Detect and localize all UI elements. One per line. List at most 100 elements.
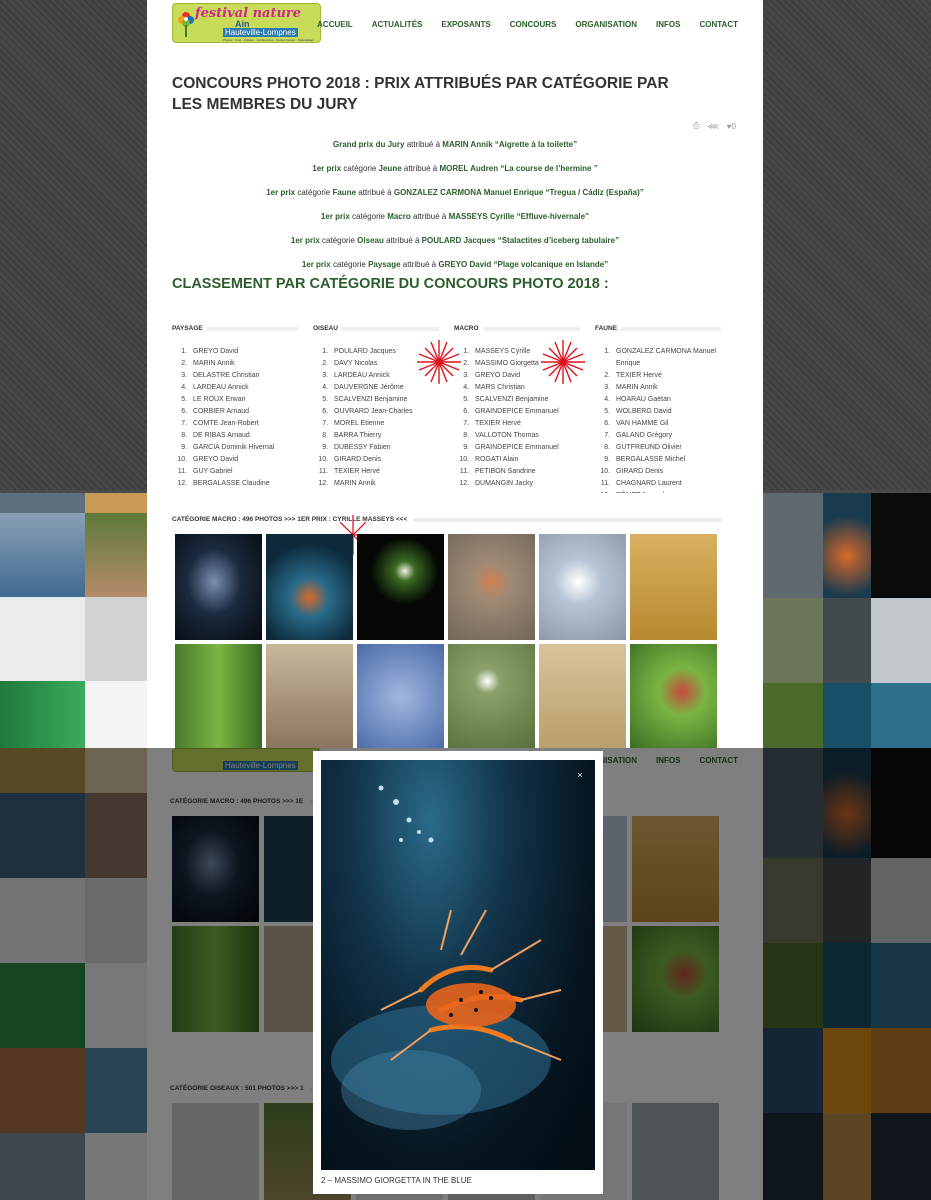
prize-line: 1er prix catégorie Faune attribué à GONZ… — [147, 188, 763, 197]
ranking-item: VALLOTON Thomas — [471, 430, 580, 442]
photo-thumbnail[interactable] — [357, 534, 444, 640]
prize-winner: GONZALEZ CARMONA Manuel Enrique “Tregua … — [393, 188, 644, 197]
prize-text: attribué à — [404, 140, 443, 149]
ranking-item: DE RIBAS Arnaud — [189, 430, 298, 442]
prize-title: 1er prix — [312, 164, 342, 173]
prize-category: Paysage — [368, 260, 401, 269]
nav-contact[interactable]: CONTACT — [699, 20, 738, 29]
prize-line: 1er prix catégorie Paysage attribué à GR… — [147, 260, 763, 269]
prize-category: Oiseau — [357, 236, 384, 245]
nav-accueil[interactable]: ACCUEIL — [317, 20, 353, 29]
photo-thumbnail[interactable] — [630, 534, 717, 640]
red-star-annotation-icon — [541, 340, 585, 384]
ranking-list: GREYO DavidMARIN AnnikDELASTRE Christian… — [172, 346, 298, 490]
ranking-item: LE ROUX Erwan — [189, 394, 298, 406]
mosaic-tile — [823, 598, 871, 683]
mosaic-tile — [0, 493, 85, 513]
prize-winner: MOREL Audren “La course de l’hermine ” — [439, 164, 598, 173]
flower-logo-icon — [178, 12, 194, 37]
prize-text: attribué à — [356, 188, 394, 197]
prize-text: attribué à — [400, 260, 439, 269]
prize-line: 1er prix catégorie Jeune attribué à MORE… — [147, 164, 763, 173]
ranking-item: LARDEAU Annick — [189, 382, 298, 394]
mosaic-tile — [871, 683, 931, 748]
mosaic-left — [0, 493, 147, 748]
nav-concours[interactable]: CONCOURS — [510, 20, 557, 29]
mosaic-tile — [85, 513, 147, 597]
ranking-item: TEXIER Hervé — [612, 370, 721, 382]
prize-category: Jeune — [378, 164, 402, 173]
mosaic-tile — [871, 598, 931, 683]
photo-thumbnail[interactable] — [266, 644, 353, 748]
lightbox: × 2 – MASSIMO GIORGETTA IN THE BLUE — [313, 751, 603, 1194]
prize-winner: POULARD Jacques “Stalactites d’iceberg t… — [421, 236, 620, 245]
nav-infos[interactable]: INFOS — [656, 20, 680, 29]
mosaic-tile — [85, 681, 147, 748]
prize-text: catégorie — [349, 212, 388, 221]
ranking-item: GONZALEZ CARMONA Manuel Enrique — [612, 346, 721, 370]
share-icon[interactable]: ⋘ — [707, 122, 718, 131]
ranking-item: HOARAU Gaëtan — [612, 394, 721, 406]
ranking-item: MOREL Etienne — [330, 418, 439, 430]
nav-exposants[interactable]: EXPOSANTS — [441, 20, 490, 29]
prize-text: catégorie — [319, 236, 358, 245]
mosaic-right — [763, 493, 931, 748]
lightbox-caption: 2 – MASSIMO GIORGETTA IN THE BLUE — [321, 1176, 472, 1185]
ranking-item: GIRARD Denis — [330, 454, 439, 466]
ranking-item: GREYO David — [189, 346, 298, 358]
prize-line: 1er prix catégorie Oiseau attribué à POU… — [147, 236, 763, 245]
prize-text: catégorie — [295, 188, 333, 197]
photo-thumbnail[interactable] — [539, 644, 626, 748]
mosaic-tile — [763, 493, 823, 598]
site-logo[interactable]: festival nature Ain Hauteville-Lompnes P… — [172, 3, 321, 43]
ranking-item: PETIBON Sandrine — [471, 466, 580, 478]
classement-title: CLASSEMENT PAR CATÉGORIE DU CONCOURS PHO… — [172, 276, 609, 292]
mosaic-tile — [0, 681, 85, 748]
nav-organisation[interactable]: ORGANISATION — [575, 20, 637, 29]
prize-title: 1er prix — [290, 236, 320, 245]
logo-tagline: Photos · Ciné · Artistes · Conférences ·… — [223, 38, 314, 42]
mosaic-tile — [0, 513, 85, 597]
print-icon[interactable]: ⎙ — [693, 121, 699, 131]
ranking-item: MARIN Annik — [189, 358, 298, 370]
prize-title: 1er prix — [301, 260, 331, 269]
photo-thumbnail[interactable] — [448, 644, 535, 748]
ranking-item: TEXIER Hervé — [471, 418, 580, 430]
photo-thumbnail[interactable] — [175, 534, 262, 640]
logo-town: Hauteville-Lompnes — [223, 28, 298, 37]
lightbox-close-button[interactable]: × — [573, 768, 587, 782]
photo-thumbnail[interactable] — [539, 534, 626, 640]
ranking-item: OUVRARD Jean-Charles — [330, 406, 439, 418]
like-count: 0 — [731, 121, 736, 131]
nav-actualites[interactable]: ACTUALITÉS — [372, 20, 423, 29]
ranking-item: CHAGNARD Laurent — [612, 478, 721, 490]
prize-title: Grand prix du Jury — [332, 140, 405, 149]
prize-category: Faune — [332, 188, 357, 197]
photo-thumbnail[interactable] — [175, 644, 262, 748]
red-star-annotation-icon — [417, 340, 461, 384]
ranking-item: VAN HAMME Gil — [612, 418, 721, 430]
photo-thumbnail[interactable] — [448, 534, 535, 640]
photo-thumbnail[interactable] — [630, 644, 717, 748]
prize-category: Macro — [387, 212, 411, 221]
mosaic-tile — [85, 597, 147, 681]
ranking-item: MARIN Annik — [612, 382, 721, 394]
photo-thumbnail[interactable] — [266, 534, 353, 640]
like-button[interactable]: ♥0 — [727, 122, 736, 131]
ranking-item: GRAINDEPICE Emmanuel — [471, 406, 580, 418]
ranking-item: GREYO David — [189, 454, 298, 466]
prize-winner: MARIN Annik “Aigrette à la toilette” — [442, 140, 578, 149]
prize-winner: GREYO David “Plage volcanique en Islande… — [438, 260, 609, 269]
ranking-item: SCALVENZI Benjamine — [471, 394, 580, 406]
ranking-item: WOLBERG David — [612, 406, 721, 418]
mosaic-tile — [871, 493, 931, 598]
share-bar: ⎙ ⋘ ♥0 — [693, 121, 736, 131]
ranking-item: BERGALASSE Michel — [612, 454, 721, 466]
site-header: festival nature Ain Hauteville-Lompnes P… — [147, 0, 763, 48]
mosaic-tile — [823, 493, 871, 598]
mosaic-tile — [85, 493, 147, 513]
photo-thumbnail[interactable] — [357, 644, 444, 748]
ranking-item: GUY Gabriel — [189, 466, 298, 478]
ranking-item: GRAINDEPICE Emmanuel — [471, 442, 580, 454]
ranking-item: GALAND Grégory — [612, 430, 721, 442]
